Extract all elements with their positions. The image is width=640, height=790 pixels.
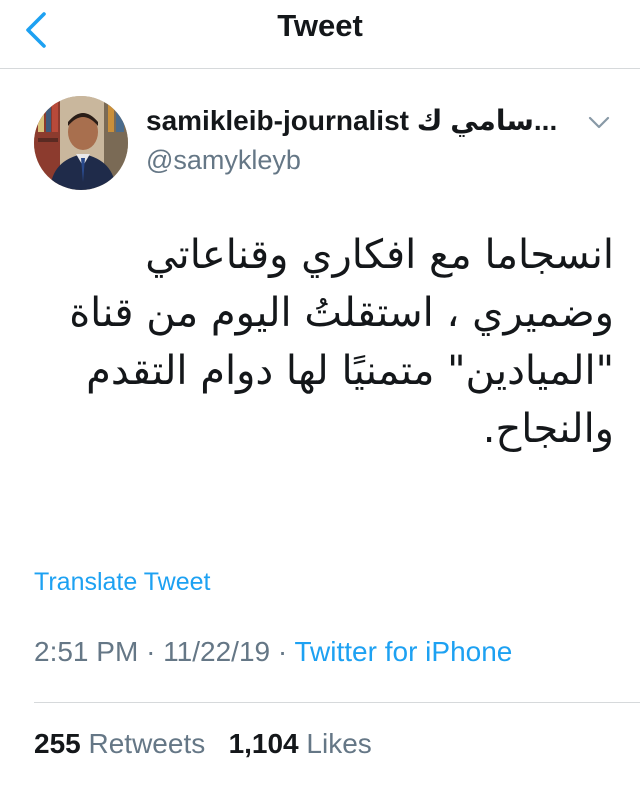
tweet-text-line: والنجاح. bbox=[482, 406, 614, 452]
tweet-date: 11/22/19 bbox=[163, 636, 271, 667]
divider bbox=[34, 702, 640, 703]
chevron-down-icon bbox=[588, 116, 610, 129]
user-handle[interactable]: @samykleyb bbox=[146, 142, 616, 178]
likes-stat[interactable]: 1,104 Likes bbox=[229, 728, 372, 759]
navigation-bar: Tweet bbox=[0, 0, 640, 69]
retweets-stat[interactable]: 255 Retweets bbox=[34, 728, 205, 759]
tweet-text: انسجاما مع افكاري وقناعاتي وضميري ، استق… bbox=[20, 226, 614, 458]
tweet-author-header: samikleib-journalist سامي ك... @samykley… bbox=[34, 96, 624, 196]
tweet-metadata: 2:51 PM · 11/22/19 · Twitter for iPhone bbox=[34, 636, 512, 668]
avatar[interactable] bbox=[34, 96, 128, 190]
tweet-options-button[interactable] bbox=[586, 112, 612, 132]
retweets-count: 255 bbox=[34, 728, 81, 759]
page-title: Tweet bbox=[277, 8, 363, 43]
translate-tweet-link[interactable]: Translate Tweet bbox=[34, 568, 210, 597]
avatar-image bbox=[34, 96, 128, 190]
likes-count: 1,104 bbox=[228, 728, 299, 759]
likes-label: Likes bbox=[306, 728, 372, 759]
meta-separator: · bbox=[146, 636, 156, 667]
tweet-stats: 255 Retweets 1,104 Likes bbox=[34, 728, 372, 760]
tweet-time: 2:51 PM bbox=[34, 636, 139, 667]
author-names: samikleib-journalist سامي ك... @samykley… bbox=[146, 102, 616, 178]
tweet-text-line: "الميادين" متمنيًا لها دوام التقدم bbox=[86, 348, 614, 394]
display-name[interactable]: samikleib-journalist سامي ك... bbox=[146, 102, 616, 140]
tweet-text-line: انسجاما مع افكاري وقناعاتي bbox=[145, 232, 614, 278]
meta-separator: · bbox=[277, 636, 288, 667]
retweets-label: Retweets bbox=[88, 728, 206, 759]
tweet-text-line: وضميري ، استقلتُ اليوم من قناة bbox=[69, 290, 614, 336]
tweet-source-link[interactable]: Twitter for iPhone bbox=[294, 636, 512, 667]
